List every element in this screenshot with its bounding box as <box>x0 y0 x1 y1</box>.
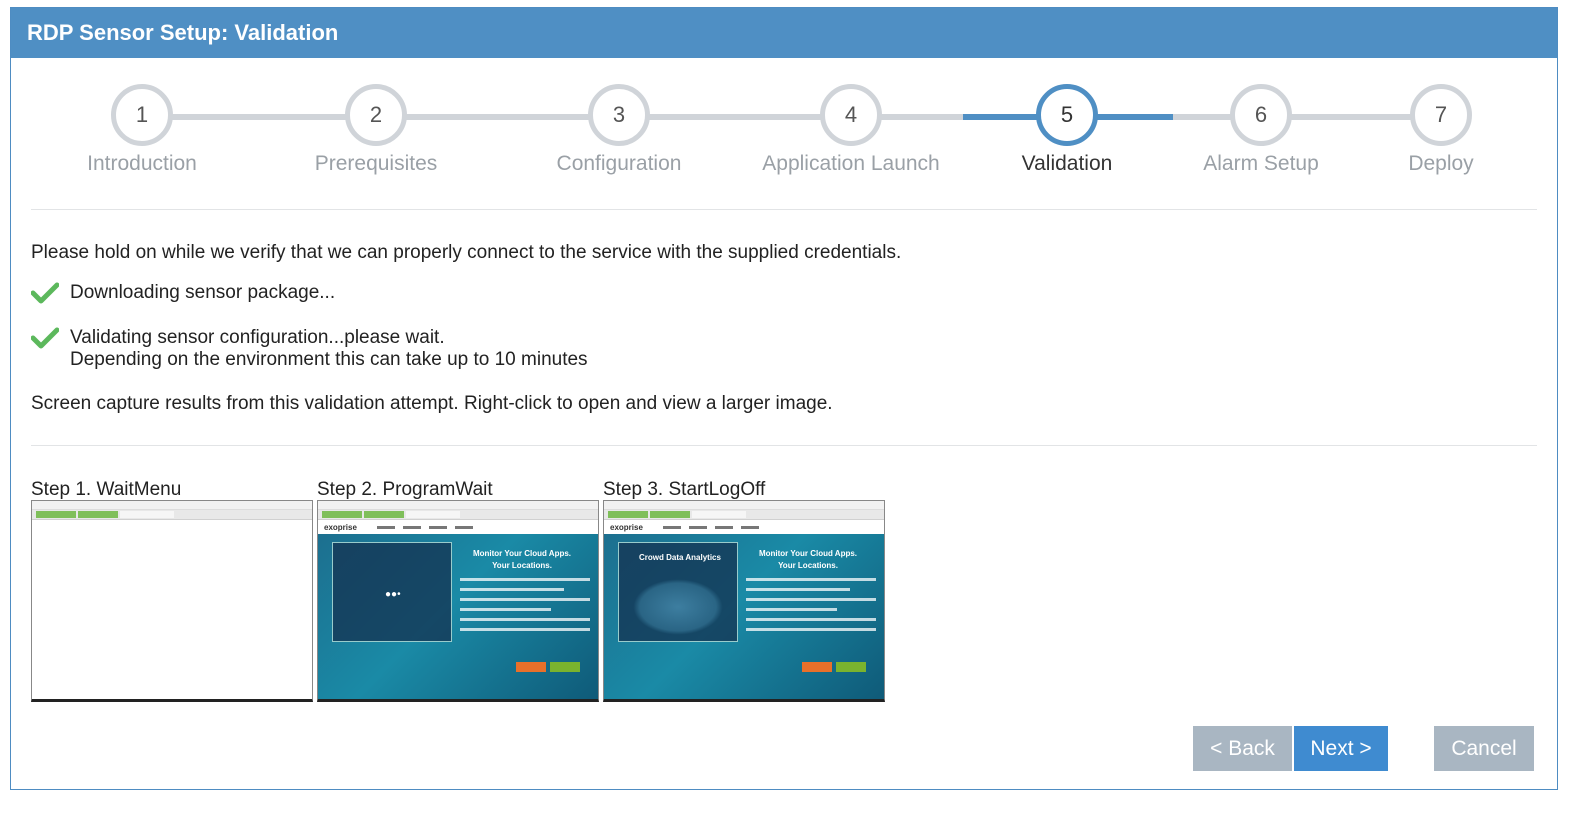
task-validating-detail: Depending on the environment this can ta… <box>70 349 588 370</box>
step-number: 5 <box>1036 84 1098 146</box>
step-number: 1 <box>111 84 173 146</box>
divider <box>31 445 1537 446</box>
wizard-step-prerequisites[interactable]: 2 Prerequisites <box>276 84 476 176</box>
step-label: Prerequisites <box>314 152 438 175</box>
step-label: Deploy <box>1408 152 1474 175</box>
panel-title: Crowd Data Analytics <box>639 553 721 562</box>
browser-chrome <box>604 501 884 510</box>
site-nav <box>376 525 473 529</box>
wizard-step-introduction[interactable]: 1 Introduction <box>42 84 242 176</box>
capture-thumbnail-programwait[interactable]: exoprise ●●• Monitor Your Cloud Apps. Yo… <box>317 500 599 702</box>
site-header: exoprise <box>604 520 884 535</box>
hero-title-line: Monitor Your Cloud Apps. <box>758 549 858 558</box>
wizard-step-validation[interactable]: 5 Validation <box>967 84 1167 176</box>
sensor-setup-dialog: RDP Sensor Setup: Validation 1 Introduct… <box>10 7 1558 790</box>
next-button[interactable]: Next > <box>1294 726 1388 771</box>
back-button[interactable]: < Back <box>1193 726 1292 771</box>
site-header: exoprise <box>318 520 598 535</box>
wizard-step-deploy[interactable]: 7 Deploy <box>1341 84 1541 176</box>
hero-bullets <box>746 578 876 638</box>
capture-caption-2: Step 2. ProgramWait <box>317 479 493 500</box>
hero-title: Monitor Your Cloud Apps. Your Locations. <box>462 548 582 572</box>
site-hero: ●●• Monitor Your Cloud Apps. Your Locati… <box>318 534 598 699</box>
capture-thumbnail-waitmenu[interactable] <box>31 500 313 702</box>
step-number: 6 <box>1230 84 1292 146</box>
task-downloading: Downloading sensor package... <box>70 282 336 303</box>
cancel-button[interactable]: Cancel <box>1434 726 1534 771</box>
browser-tabs <box>318 510 598 520</box>
hero-title: Monitor Your Cloud Apps. Your Locations. <box>748 548 868 572</box>
browser-tabs <box>32 510 312 520</box>
site-logo: exoprise <box>610 522 643 532</box>
hero-bullets <box>460 578 590 638</box>
browser-tabs <box>604 510 884 520</box>
intro-text: Please hold on while we verify that we c… <box>31 242 902 263</box>
wizard-progress: 1 Introduction 2 Prerequisites 3 Configu… <box>11 58 1557 208</box>
capture-caption-1: Step 1. WaitMenu <box>31 479 182 500</box>
learn-more-button <box>802 662 832 672</box>
step-number: 7 <box>1410 84 1472 146</box>
step-number: 4 <box>820 84 882 146</box>
check-icon <box>31 282 59 304</box>
step-number: 2 <box>345 84 407 146</box>
hero-title-line: Your Locations. <box>778 561 838 570</box>
step-number: 3 <box>588 84 650 146</box>
capture-caption-3: Step 3. StartLogOff <box>603 479 766 500</box>
try-it-button <box>550 662 580 672</box>
hero-title-line: Your Locations. <box>492 561 552 570</box>
loading-dots-icon: ●●• <box>385 589 401 600</box>
dialog-title: RDP Sensor Setup: Validation <box>11 8 1557 58</box>
site-logo: exoprise <box>324 522 357 532</box>
browser-chrome <box>32 501 312 510</box>
step-label: Configuration <box>556 152 682 175</box>
try-it-button <box>836 662 866 672</box>
check-icon <box>31 327 59 349</box>
wizard-step-alarm-setup[interactable]: 6 Alarm Setup <box>1161 84 1361 176</box>
wizard-step-application-launch[interactable]: 4 Application Launch <box>751 84 951 176</box>
divider <box>31 209 1537 210</box>
browser-chrome <box>318 501 598 510</box>
hero-title-line: Monitor Your Cloud Apps. <box>472 549 572 558</box>
site-hero: Crowd Data Analytics Monitor Your Cloud … <box>604 534 884 699</box>
analytics-panel: Crowd Data Analytics <box>618 542 738 642</box>
capture-thumbnail-startlogoff[interactable]: exoprise Crowd Data Analytics Monitor Yo… <box>603 500 885 702</box>
task-validating: Validating sensor configuration...please… <box>70 327 445 348</box>
step-label: Alarm Setup <box>1203 152 1319 175</box>
step-label: Validation <box>1021 152 1113 175</box>
capture-note: Screen capture results from this validat… <box>31 393 833 414</box>
step-label: Application Launch <box>762 152 940 175</box>
wizard-step-configuration[interactable]: 3 Configuration <box>519 84 719 176</box>
loading-panel: ●●• <box>332 542 452 642</box>
learn-more-button <box>516 662 546 672</box>
world-map-icon <box>633 579 723 635</box>
site-nav <box>662 525 759 529</box>
step-label: Introduction <box>87 152 197 175</box>
